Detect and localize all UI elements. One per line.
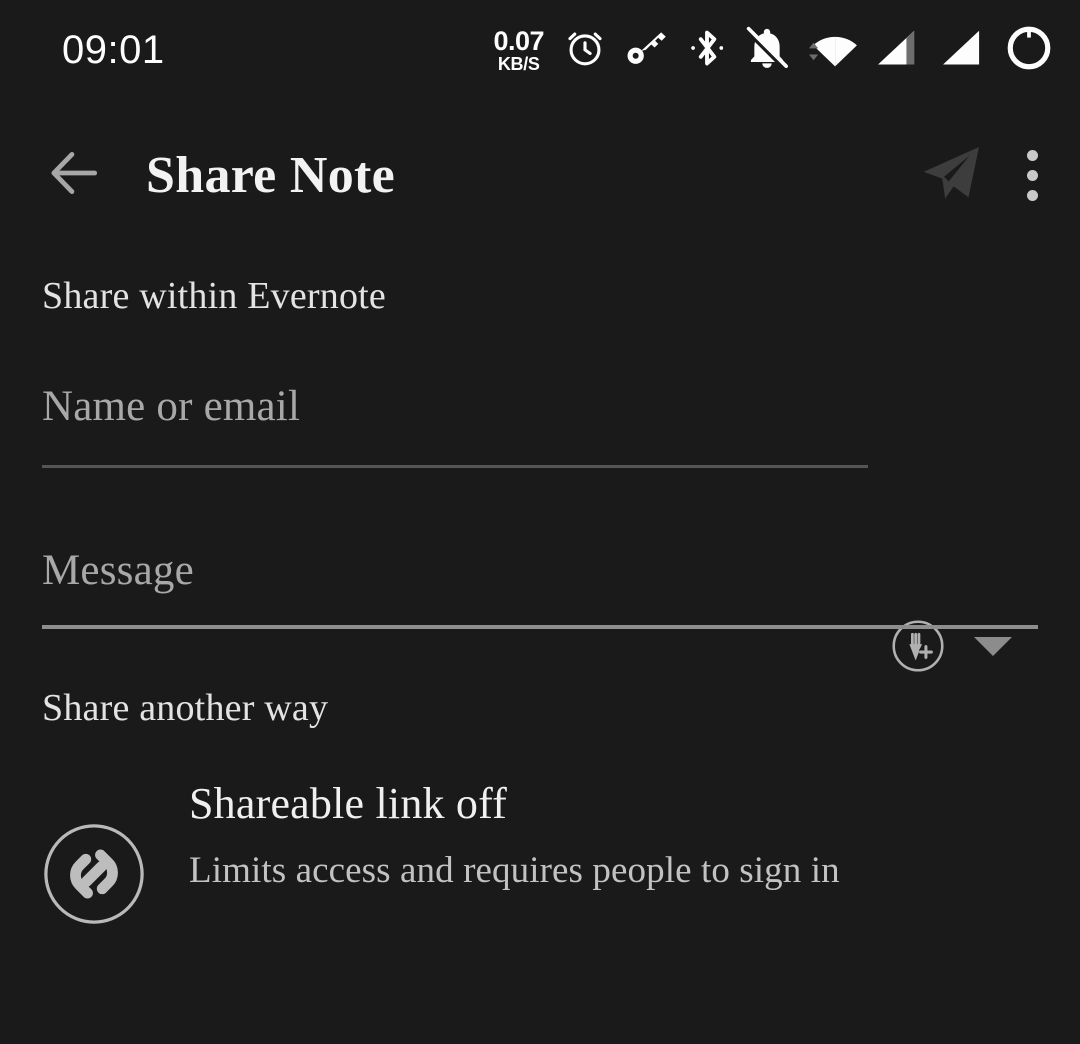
network-speed-indicator: 0.07 KB/S [493,25,544,74]
add-person-circle-icon [890,620,946,678]
send-paper-plane-icon [916,138,986,213]
shareable-link-row[interactable]: Shareable link off Limits access and req… [0,772,1080,926]
more-vertical-icon-dot [1026,169,1038,181]
status-bar: 09:01 0.07 KB/S [0,0,1080,100]
name-or-email-input[interactable] [42,382,868,431]
link-chain-circle-icon [42,822,146,926]
share-note-content: Share within Evernote Share another way [0,240,1080,926]
vpn-key-icon [624,26,670,75]
alarm-clock-icon [563,26,607,75]
signal-cellular-1-icon [874,25,922,76]
chevron-down-icon [974,636,1012,656]
send-button[interactable] [908,132,994,218]
message-row [0,528,1080,638]
more-vertical-icon-dot [1026,189,1038,201]
network-speed-value: 0.07 [493,25,544,56]
battery-circle-icon [1004,23,1054,78]
network-speed-unit: KB/S [497,53,540,74]
more-vertical-icon [1026,149,1038,161]
app-bar: Share Note [0,110,1080,240]
message-input[interactable] [42,546,1038,595]
shareable-link-title: Shareable link off [189,779,508,828]
overflow-menu-button[interactable] [994,127,1070,223]
bluetooth-icon [687,26,727,75]
page-title: Share Note [146,146,396,204]
shareable-link-description: Limits access and requires people to sig… [189,850,840,891]
share-within-evernote-header: Share within Evernote [42,275,386,317]
notifications-silenced-icon [744,25,790,76]
name-or-email-row [0,362,1080,472]
name-field-underline [42,465,868,468]
status-bar-icons: 0.07 KB/S [493,20,1054,80]
shareable-link-text: Shareable link off Limits access and req… [189,772,840,903]
signal-cellular-2-icon [939,25,987,76]
status-bar-clock: 09:01 [62,28,165,72]
message-field-underline [42,625,1038,629]
back-button[interactable] [26,127,122,223]
arrow-back-icon [43,142,105,209]
wifi-icon [807,25,857,76]
